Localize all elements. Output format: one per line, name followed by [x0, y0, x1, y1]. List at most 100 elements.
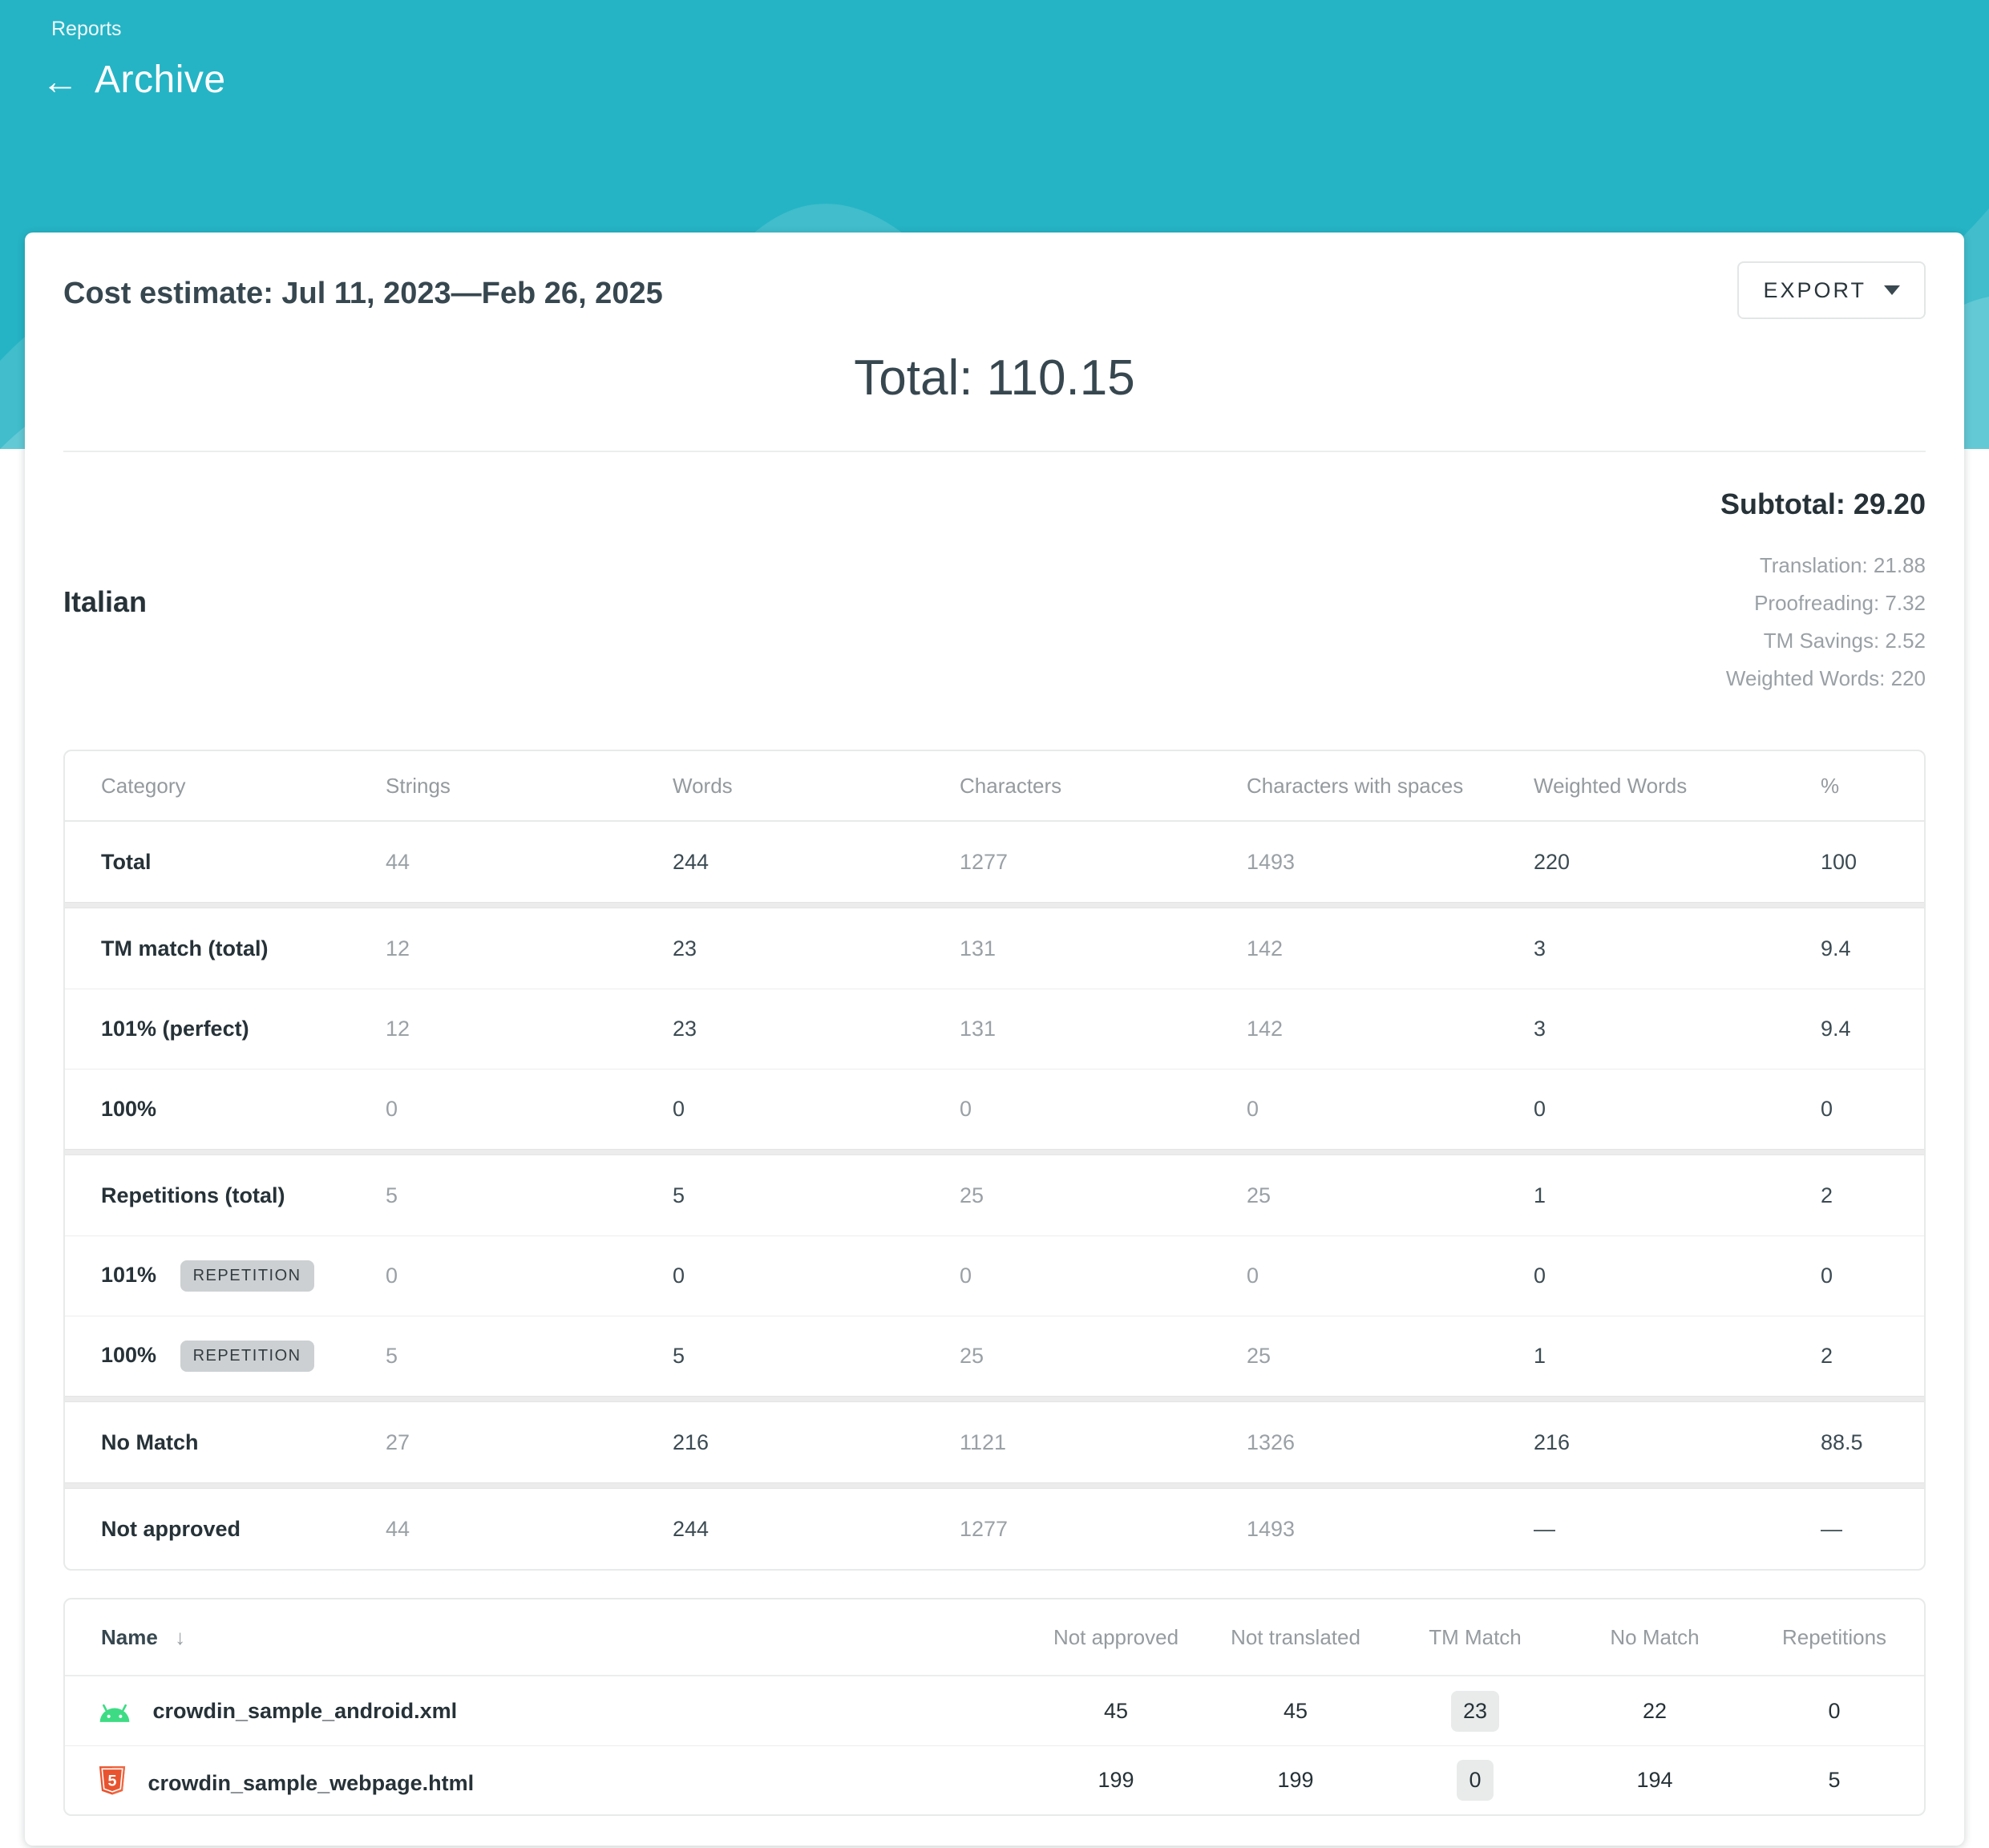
cost-estimate-card: Cost estimate: Jul 11, 2023—Feb 26, 2025…	[25, 233, 1964, 1846]
cell-weighted-words: 3	[1498, 989, 1785, 1069]
row-label: No Match	[65, 1402, 350, 1482]
cell-characters-spaces: 142	[1211, 989, 1498, 1069]
cell-characters-spaces: 142	[1211, 908, 1498, 989]
cell-characters-spaces: 0	[1211, 1069, 1498, 1149]
back-arrow-icon[interactable]: ←	[42, 61, 79, 99]
subtotal-breakdown: Translation: 21.88 Proofreading: 7.32 TM…	[1726, 547, 1926, 698]
html5-icon: 5	[99, 1765, 126, 1796]
group-separator	[65, 1482, 1924, 1489]
col-no-match: No Match	[1565, 1599, 1744, 1676]
table-row-no-match: No Match 27 216 1121 1326 216 88.5	[65, 1402, 1924, 1482]
page-title: Archive	[95, 58, 226, 102]
cell-strings: 27	[350, 1402, 637, 1482]
row-label: TM match (total)	[65, 908, 350, 989]
export-button[interactable]: EXPORT	[1737, 261, 1926, 319]
cell-words: 244	[637, 822, 924, 902]
cell-words: 216	[637, 1402, 924, 1482]
cell-characters-spaces: 1326	[1211, 1402, 1498, 1482]
cell-characters: 0	[924, 1235, 1211, 1316]
cell-strings: 44	[350, 822, 637, 902]
total-amount: Total: 110.15	[25, 350, 1964, 406]
cell-words: 0	[637, 1235, 924, 1316]
breadcrumb-reports[interactable]: Reports	[51, 18, 122, 41]
cell-no-match: 194	[1565, 1745, 1744, 1814]
col-characters: Characters	[924, 751, 1211, 822]
file-row-android: crowdin_sample_android.xml 45 45 23 22 0	[65, 1676, 1924, 1745]
cell-strings: 5	[350, 1316, 637, 1396]
repetition-badge: REPETITION	[180, 1341, 314, 1372]
tm-savings: TM Savings: 2.52	[1726, 622, 1926, 660]
row-label: 101% (perfect)	[65, 989, 350, 1069]
cell-strings: 0	[350, 1069, 637, 1149]
cell-percent: 0	[1785, 1235, 1924, 1316]
subtotal-amount: Subtotal: 29.20	[1720, 487, 1926, 521]
table-row-101-perfect: 101% (perfect) 12 23 131 142 3 9.4	[65, 989, 1924, 1069]
export-button-label: EXPORT	[1763, 278, 1866, 303]
file-link[interactable]: 5 crowdin_sample_webpage.html	[65, 1745, 1026, 1814]
chevron-down-icon	[1884, 285, 1900, 295]
cell-characters-spaces: 0	[1211, 1235, 1498, 1316]
cell-weighted-words: 1	[1498, 1316, 1785, 1396]
row-label: 101%	[101, 1263, 156, 1287]
cell-no-match: 22	[1565, 1676, 1744, 1745]
cell-characters: 25	[924, 1316, 1211, 1396]
cell-percent: 2	[1785, 1316, 1924, 1396]
language-name: Italian	[63, 585, 147, 619]
tm-match-badge: 23	[1451, 1691, 1499, 1732]
cell-not-approved: 199	[1026, 1745, 1206, 1814]
file-link[interactable]: crowdin_sample_android.xml	[65, 1676, 1026, 1745]
category-table-header: Category Strings Words Characters Charac…	[65, 751, 1924, 822]
col-tm-match: TM Match	[1385, 1599, 1565, 1676]
row-label: 100%	[65, 1069, 350, 1149]
cell-repetitions: 0	[1744, 1676, 1924, 1745]
cell-characters: 131	[924, 908, 1211, 989]
row-label: Total	[65, 822, 350, 902]
table-row-not-approved: Not approved 44 244 1277 1493 — —	[65, 1489, 1924, 1569]
group-separator	[65, 1396, 1924, 1402]
cell-characters-spaces: 25	[1211, 1316, 1498, 1396]
file-name: crowdin_sample_webpage.html	[148, 1771, 475, 1795]
table-row-101-repetition: 101% REPETITION 0 0 0 0 0 0	[65, 1235, 1924, 1316]
cell-weighted-words: 3	[1498, 908, 1785, 989]
cell-weighted-words: 216	[1498, 1402, 1785, 1482]
cell-not-approved: 45	[1026, 1676, 1206, 1745]
section-divider	[63, 451, 1926, 452]
cell-characters-spaces: 25	[1211, 1155, 1498, 1235]
sort-descending-icon: ↓	[175, 1625, 185, 1649]
col-weighted-words: Weighted Words	[1498, 751, 1785, 822]
col-not-translated: Not translated	[1206, 1599, 1385, 1676]
cell-percent: —	[1785, 1489, 1924, 1569]
group-separator	[65, 1149, 1924, 1155]
report-title: Cost estimate: Jul 11, 2023—Feb 26, 2025	[63, 277, 663, 311]
cell-characters: 25	[924, 1155, 1211, 1235]
translation-cost: Translation: 21.88	[1726, 547, 1926, 584]
cell-strings: 12	[350, 908, 637, 989]
col-repetitions: Repetitions	[1744, 1599, 1924, 1676]
cell-characters: 1121	[924, 1402, 1211, 1482]
repetition-badge: REPETITION	[180, 1260, 314, 1292]
cell-percent: 2	[1785, 1155, 1924, 1235]
col-characters-spaces: Characters with spaces	[1211, 751, 1498, 822]
row-label-with-badge: 100% REPETITION	[65, 1316, 350, 1396]
table-row-tm-match: TM match (total) 12 23 131 142 3 9.4	[65, 908, 1924, 989]
proofreading-cost: Proofreading: 7.32	[1726, 584, 1926, 622]
files-table: Name ↓ Not approved Not translated TM Ma…	[63, 1598, 1926, 1816]
cell-percent: 100	[1785, 822, 1924, 902]
cell-weighted-words: 0	[1498, 1069, 1785, 1149]
cell-words: 5	[637, 1155, 924, 1235]
row-label: 100%	[101, 1343, 156, 1367]
cell-weighted-words: 0	[1498, 1235, 1785, 1316]
cell-characters: 1277	[924, 1489, 1211, 1569]
cell-characters-spaces: 1493	[1211, 1489, 1498, 1569]
cell-words: 23	[637, 989, 924, 1069]
tm-match-badge: 0	[1457, 1760, 1493, 1801]
cell-percent: 88.5	[1785, 1402, 1924, 1482]
cell-strings: 12	[350, 989, 637, 1069]
android-icon	[99, 1703, 131, 1724]
col-words: Words	[637, 751, 924, 822]
col-strings: Strings	[350, 751, 637, 822]
cell-percent: 9.4	[1785, 908, 1924, 989]
cell-tm-match: 0	[1385, 1745, 1565, 1814]
col-name-sortable[interactable]: Name ↓	[65, 1599, 1026, 1676]
cell-words: 5	[637, 1316, 924, 1396]
